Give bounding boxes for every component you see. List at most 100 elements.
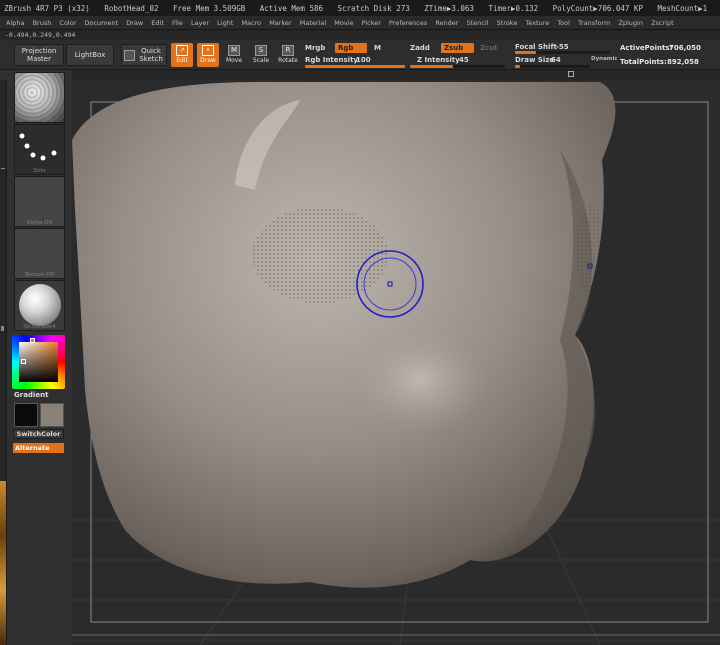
canvas-viewport[interactable] [72,80,720,645]
menu-macro[interactable]: Macro [241,19,261,27]
menu-picker[interactable]: Picker [362,19,381,27]
brush-label: Smooth [28,116,51,122]
ztime: ZTime▶3.063 [424,4,474,13]
menu-edit[interactable]: Edit [151,19,164,27]
dots-stroke-icon [19,133,57,161]
focal-shift-label: Focal Shift [515,43,557,51]
focal-shift-slider[interactable] [515,51,610,54]
rgb-intensity-label: Rgb Intensity [305,56,358,64]
switch-color-button[interactable]: SwitchColor [13,429,64,439]
tray-arrow-icon [1,326,5,331]
edit-icon: ↗ [176,45,188,56]
active-points-label: ActivePoints: [620,44,673,52]
menu-bar: Alpha Brush Color Document Draw Edit Fil… [0,16,720,30]
menu-draw[interactable]: Draw [126,19,143,27]
menu-document[interactable]: Document [84,19,118,27]
secondary-color-swatch[interactable] [40,403,64,427]
rgb-intensity-fill [305,65,405,68]
menu-color[interactable]: Color [59,19,76,27]
menu-layer[interactable]: Layer [191,19,209,27]
total-points-label: TotalPoints: [620,58,667,66]
rgb-intensity-value: 100 [356,56,371,64]
color-picker[interactable] [12,335,65,389]
draw-size-fill [515,65,520,68]
zadd-button[interactable]: Zadd [410,44,430,52]
rotate-button[interactable]: R Rotate [277,43,299,67]
sculpt-canvas[interactable] [72,80,720,645]
polycount: PolyCount▶706.047 KP [552,4,643,13]
primary-color-swatch[interactable] [14,403,38,427]
quick-sketch-icon [124,49,135,61]
draw-size-label: Draw Size [515,56,555,64]
toolbar-divider [0,70,720,80]
rotate-label: Rotate [278,57,298,64]
z-intensity-fill [410,65,453,68]
scale-icon: S [255,45,267,56]
menu-alpha[interactable]: Alpha [6,19,24,27]
menu-texture[interactable]: Texture [525,19,549,27]
menu-file[interactable]: File [172,19,183,27]
menu-zplugin[interactable]: Zplugin [618,19,643,27]
menu-preferences[interactable]: Preferences [389,19,427,27]
menu-stencil[interactable]: Stencil [467,19,489,27]
projection-master-button[interactable]: Projection Master [14,44,64,66]
hue-marker-icon [30,338,35,343]
stroke-label: Dots [33,168,46,174]
dynamic-toggle[interactable]: Dynamic [591,56,618,62]
focal-shift-fill [515,51,537,54]
draw-size-value: 64 [551,56,561,64]
menu-light[interactable]: Light [217,19,233,27]
scale-label: Scale [252,57,270,64]
mrgb-button[interactable]: Mrgb [305,44,325,52]
active-mem: Active Mem 586 [259,4,323,13]
move-label: Move [225,57,243,64]
color-marker-icon [21,359,26,364]
lightbox-button[interactable]: LightBox [66,44,114,66]
document-name: RobotHead_02 [104,4,159,13]
menu-render[interactable]: Render [435,19,458,27]
scale-button[interactable]: S Scale [250,43,272,67]
cheek-highlight [350,325,490,435]
move-button[interactable]: M Move [223,43,245,67]
zsub-button[interactable]: Zsub [441,43,474,53]
z-intensity-value: 45 [459,56,469,64]
desktop-edge-strip [0,481,6,645]
menu-transform[interactable]: Transform [578,19,610,27]
menu-movie[interactable]: Movie [334,19,353,27]
menu-brush[interactable]: Brush [33,19,52,27]
meshcount: MeshCount▶1 [657,4,708,13]
timer: Timer▶0.132 [488,4,539,13]
material-sphere-icon [19,284,61,326]
free-mem: Free Mem 3.509GB [173,4,246,13]
quick-sketch-button[interactable]: Quick Sketch [121,44,167,66]
m-button[interactable]: M [374,44,381,52]
edit-button[interactable]: ↗ Edit [171,43,193,67]
draw-size-slider[interactable] [515,65,590,68]
total-points-value: 892,058 [667,58,699,66]
tray-marker-icon [1,168,5,169]
sculpt-stroke-area [252,207,388,303]
rgb-intensity-slider[interactable] [305,65,405,68]
material-label: SkinShade4 [23,324,56,330]
menu-stroke[interactable]: Stroke [497,19,518,27]
menu-zscript[interactable]: Zscript [651,19,674,27]
menu-tool[interactable]: Tool [557,19,570,27]
brush-texture-icon [15,73,64,122]
tray-handle-icon[interactable] [568,71,574,77]
menu-material[interactable]: Material [300,19,326,27]
rgb-button[interactable]: Rgb [335,43,367,53]
z-intensity-label: Z Intensity [417,56,460,64]
cursor-coordinates: -0.494,0.249,0.494 [0,30,720,40]
rotate-icon: R [282,45,294,56]
menu-marker[interactable]: Marker [269,19,291,27]
draw-button[interactable]: • Draw [197,43,219,67]
focal-shift-value: -55 [556,43,569,51]
zcut-button[interactable]: Zcut [480,44,498,52]
active-points-value: 706,050 [669,44,701,52]
quick-sketch-label: Quick Sketch [139,47,163,63]
alternate-button[interactable]: Alternate [13,443,64,453]
z-intensity-slider[interactable] [410,65,505,68]
app-title: ZBrush 4R7 P3 (x32) [4,4,90,13]
draw-label: Draw [200,57,216,64]
alpha-label: Alpha Off [26,220,53,226]
